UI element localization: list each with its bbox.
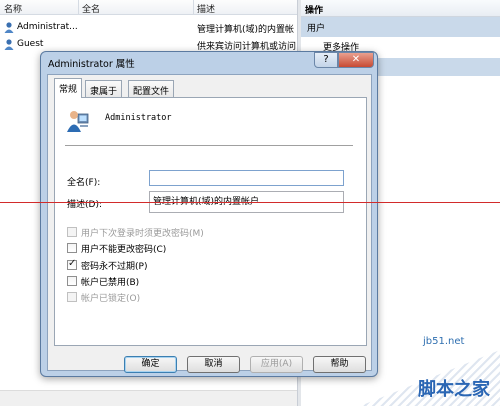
apply-button[interactable]: 应用(A) [250, 356, 303, 373]
col-description[interactable]: 描述 [197, 2, 215, 15]
checkbox-box [67, 292, 77, 302]
watermark-logo: 脚本之家 [360, 350, 500, 406]
watermark-site: jb51.net [423, 336, 465, 347]
general-tab-page: Administrator 全名(F): 描述(D): 管理计算机(域)的内置帐… [54, 97, 367, 346]
ok-button[interactable]: 确定 [124, 356, 177, 373]
dialog-client: 常规 隶属于 配置文件 Administrator 全名(F): 描述(D): … [47, 74, 372, 373]
user-description: 管理计算机(域)的内置帐 [197, 25, 295, 35]
user-row-guest[interactable]: Guest 供来宾访问计算机或访问 [0, 37, 297, 52]
dialog-title: Administrator 属性 [48, 59, 135, 70]
description-label: 描述(D): [67, 200, 102, 210]
col-fullname[interactable]: 全名 [82, 2, 100, 15]
properties-dialog: Administrator 属性 ? ✕ 常规 隶属于 配置文件 Adminis… [40, 51, 378, 377]
checkbox-box[interactable] [67, 258, 77, 270]
help-icon[interactable]: ? [314, 52, 338, 68]
actions-title: 操作 [301, 0, 500, 17]
user-avatar-icon [67, 111, 89, 132]
col-divider [78, 0, 79, 15]
annotation-line [0, 202, 500, 203]
tab-member-of[interactable]: 隶属于 [85, 80, 123, 97]
actions-section-users[interactable]: 用户 [301, 17, 500, 37]
user-icon [4, 39, 14, 50]
cancel-button[interactable]: 取消 [187, 356, 240, 373]
fullname-label: 全名(F): [67, 178, 101, 188]
checkbox-box [67, 227, 77, 237]
tab-profile[interactable]: 配置文件 [128, 80, 175, 97]
divider [65, 145, 353, 146]
user-row-administrator[interactable]: Administrat... 管理计算机(域)的内置帐 [0, 20, 297, 35]
fullname-input[interactable] [149, 170, 344, 186]
checkbox-label: 密码永不过期(P) [81, 262, 148, 272]
user-name: Guest [17, 39, 44, 49]
horizontal-scrollbar[interactable] [0, 390, 297, 406]
checkbox-label: 用户不能更改密码(C) [81, 245, 167, 255]
list-header: 名称 全名 描述 [0, 0, 297, 15]
watermark-name: 脚本之家 [418, 379, 490, 400]
checkbox-label: 用户下次登录时须更改密码(M) [81, 229, 204, 239]
checkbox-box[interactable] [67, 276, 77, 286]
col-divider [193, 0, 194, 15]
user-icon [4, 22, 14, 33]
col-name[interactable]: 名称 [4, 2, 22, 15]
checkbox-box[interactable] [67, 243, 77, 253]
tab-general[interactable]: 常规 [54, 78, 83, 98]
close-icon[interactable]: ✕ [338, 52, 374, 68]
checkbox-label: 帐户已禁用(B) [81, 278, 140, 288]
user-name: Administrat... [17, 22, 78, 32]
username-text: Administrator [105, 113, 172, 123]
help-button[interactable]: 帮助 [313, 356, 366, 373]
checkbox-label: 帐户已锁定(O) [81, 294, 141, 304]
